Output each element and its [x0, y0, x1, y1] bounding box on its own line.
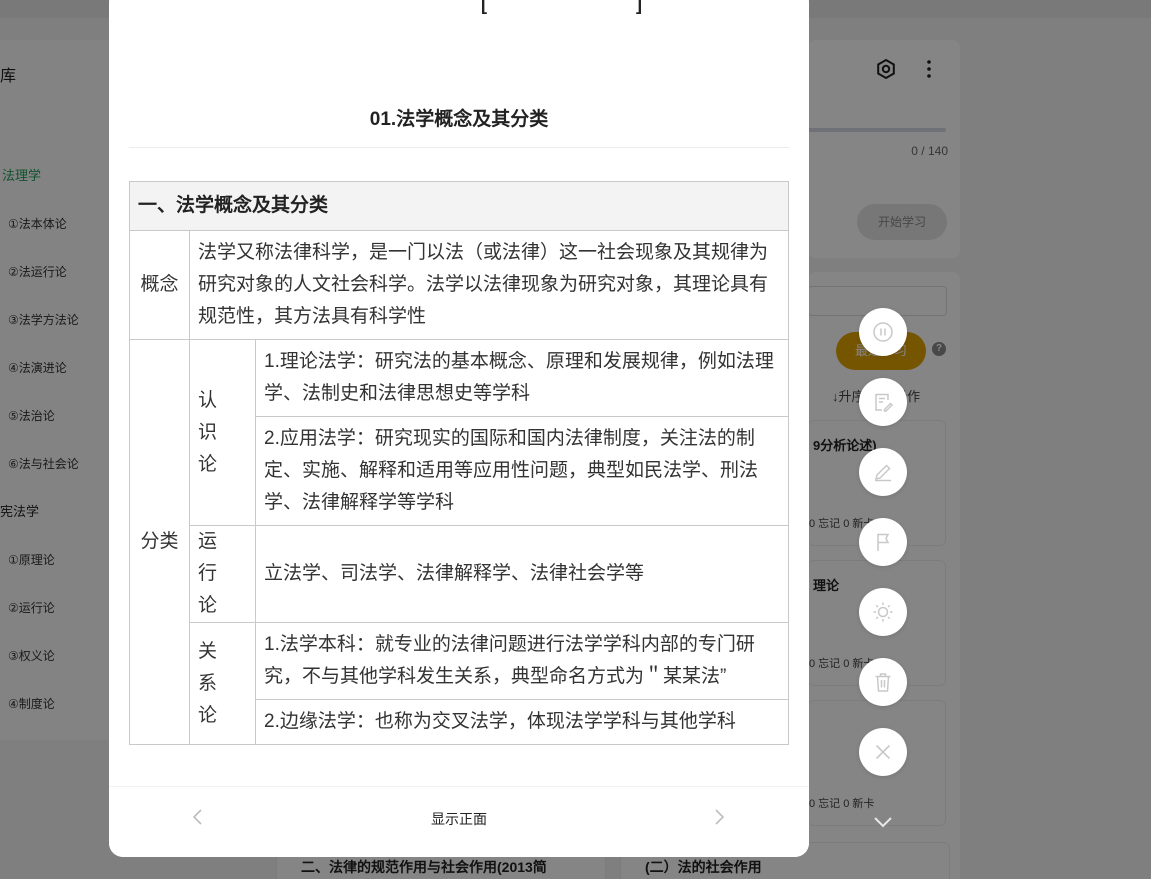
chevron-right-icon[interactable]	[707, 805, 731, 829]
table-cell: 1.法学本科：就专业的法律问题进行法学学科内部的专门研究，不与其他学科发生关系，…	[255, 622, 789, 700]
card-viewer-modal: [ ] 01.法学概念及其分类 一、法学概念及其分类 概念 法学又称法律科学，是…	[109, 0, 809, 857]
table-cell: 2.应用法学：研究现实的国际和国内法律制度，关注法的制定、实施、解释和适用等应用…	[255, 416, 789, 526]
close-button[interactable]	[859, 728, 907, 776]
pencil-icon	[874, 464, 891, 482]
table-cell: 立法学、司法学、法律解释学、法律社会学等	[255, 525, 789, 623]
card-content-scroll[interactable]: 01.法学概念及其分类 一、法学概念及其分类 概念 法学又称法律科学，是一门以法…	[109, 0, 809, 786]
table-cell: 2.边缘法学：也称为交叉法学，体现法学学科与其他学科	[255, 699, 789, 745]
close-icon	[875, 744, 891, 760]
flag-icon	[877, 533, 890, 551]
edit-note-icon	[875, 393, 894, 412]
concept-label: 概念	[129, 230, 190, 340]
delete-button[interactable]	[859, 658, 907, 706]
subcategory-label: 运行论	[189, 525, 256, 623]
concept-text: 法学又称法律科学，是一门以法（或法律）这一社会现象及其规律为研究对象的人文社会科…	[189, 230, 789, 340]
pause-icon	[873, 322, 893, 342]
pause-button[interactable]	[859, 308, 907, 356]
edit-note-button[interactable]	[859, 378, 907, 426]
brightness-icon	[873, 602, 893, 622]
classify-label: 分类	[129, 339, 190, 745]
table-cell: 1.理论法学：研究法的基本概念、原理和发展规律，例如法理学、法制史和法律思想史等…	[255, 339, 789, 417]
subcategory-label: 认识论	[189, 339, 256, 526]
edit-button[interactable]	[859, 448, 907, 496]
chevron-down-icon[interactable]	[871, 812, 895, 832]
title-divider	[129, 147, 789, 148]
note-table: 一、法学概念及其分类 概念 法学又称法律科学，是一门以法（或法律）这一社会现象及…	[129, 181, 789, 745]
table-header: 一、法学概念及其分类	[129, 181, 789, 231]
subcategory-label: 关系论	[189, 622, 256, 745]
flag-button[interactable]	[859, 518, 907, 566]
brightness-button[interactable]	[859, 588, 907, 636]
show-front-button[interactable]: 显示正面	[109, 809, 809, 829]
card-title: 01.法学概念及其分类	[369, 109, 549, 130]
trash-icon	[875, 673, 891, 692]
card-navigation-bar: 显示正面	[109, 786, 809, 857]
